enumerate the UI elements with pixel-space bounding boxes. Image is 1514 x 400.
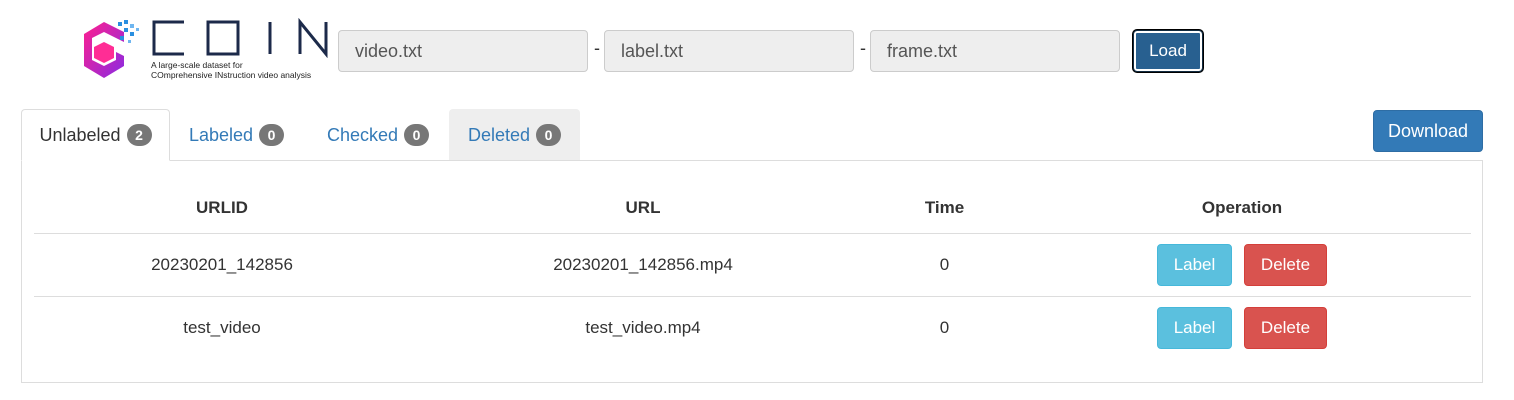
video-file-field[interactable]: video.txt: [338, 30, 588, 72]
label-file-value: label.txt: [621, 41, 684, 61]
cell-url: test_video.mp4: [585, 317, 701, 337]
logo-tagline-line2: COmprehensive INstruction video analysis: [151, 70, 312, 80]
tab-label: Checked: [326, 124, 399, 145]
count-badge: 2: [126, 124, 152, 146]
table-row: test_video test_video.mp4 0 Label Delete: [34, 296, 1471, 359]
frame-file-value: frame.txt: [887, 41, 958, 61]
coin-cube-icon: [84, 20, 139, 78]
column-header-urlid: URLID: [34, 183, 410, 234]
label-button[interactable]: Label: [1157, 243, 1232, 286]
tab-bar: Unlabeled 2 Labeled 0 Checked 0 Deleted …: [21, 109, 1483, 161]
count-badge: 0: [259, 124, 285, 146]
cell-operation: Label Delete: [1013, 233, 1471, 297]
cell-time: 0: [876, 233, 1013, 297]
video-table: URLID URL Time Operation 20230201_142856…: [34, 183, 1471, 359]
field-separator: -: [860, 38, 866, 58]
label-button[interactable]: Label: [1157, 306, 1232, 349]
column-header-operation: Operation: [1013, 183, 1471, 234]
tab-checked[interactable]: Checked 0: [310, 109, 446, 161]
count-badge: 0: [536, 124, 562, 146]
tab-unlabeled[interactable]: Unlabeled 2: [21, 109, 170, 161]
delete-button[interactable]: Delete: [1244, 243, 1327, 286]
download-button[interactable]: Download: [1373, 110, 1483, 152]
logo-tagline: A large-scale dataset for COmprehensive …: [151, 60, 311, 80]
field-separator: -: [594, 38, 600, 58]
delete-button[interactable]: Delete: [1244, 306, 1327, 349]
table-header-row: URLID URL Time Operation: [34, 183, 1471, 234]
tab-label: Labeled: [188, 124, 254, 145]
label-file-field[interactable]: label.txt: [604, 30, 854, 72]
column-header-url: URL: [410, 183, 876, 234]
cell-urlid: test_video: [183, 317, 261, 337]
column-header-time: Time: [876, 183, 1013, 234]
coin-logo: A large-scale dataset for COmprehensive …: [82, 16, 336, 86]
tab-label: Deleted: [467, 124, 531, 145]
cell-urlid: 20230201_142856: [34, 233, 410, 297]
logo-tagline-line1: A large-scale dataset for: [151, 60, 243, 70]
cell-operation: Label Delete: [1013, 296, 1471, 359]
cell-url: 20230201_142856.mp4: [410, 233, 876, 297]
table-row: 20230201_142856 20230201_142856.mp4 0 La…: [34, 233, 1471, 297]
video-file-value: video.txt: [355, 41, 423, 61]
tab-label: Unlabeled: [39, 124, 121, 145]
load-button[interactable]: Load: [1133, 30, 1203, 72]
frame-file-field[interactable]: frame.txt: [870, 30, 1120, 72]
tab-content-panel: URLID URL Time Operation 20230201_142856…: [21, 160, 1483, 383]
cell-time: 0: [939, 317, 950, 337]
tab-deleted[interactable]: Deleted 0: [449, 109, 580, 161]
tab-labeled[interactable]: Labeled 0: [171, 109, 302, 161]
count-badge: 0: [404, 124, 430, 146]
coin-wordmark: [152, 18, 328, 58]
